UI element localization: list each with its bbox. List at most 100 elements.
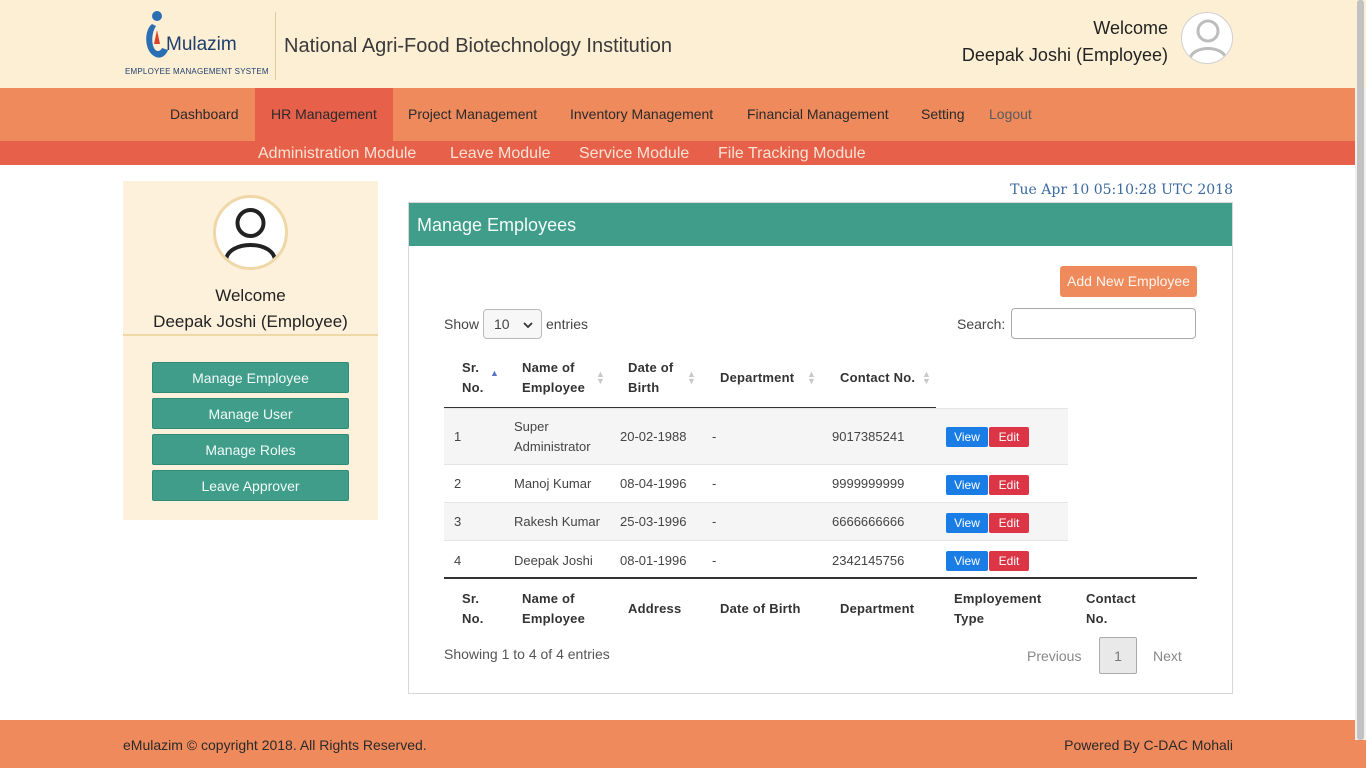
foot-col-name-line1: Name of	[522, 591, 575, 606]
nav-project-management[interactable]: Project Management	[392, 88, 553, 141]
foot-col-type-line1: Employement	[954, 591, 1042, 606]
sidebar-divider	[123, 334, 378, 336]
foot-col-sr-no-line2: No.	[462, 611, 484, 626]
table-footer-rule	[444, 577, 1197, 579]
powered-by-text: Powered By C-DAC Mohali	[1064, 737, 1233, 753]
cell-dob: 08-04-1996	[620, 476, 687, 491]
view-button[interactable]: View	[946, 551, 988, 571]
nav-setting[interactable]: Setting	[905, 88, 981, 141]
header-divider	[275, 12, 276, 80]
sort-both-icon: ▲ ▼	[596, 369, 605, 386]
leave-approver-button[interactable]: Leave Approver	[152, 470, 349, 501]
cell-department: -	[712, 429, 717, 444]
col-department[interactable]: Department	[720, 368, 794, 388]
foot-col-contact: Contact No.	[1086, 589, 1136, 629]
manage-roles-button[interactable]: Manage Roles	[152, 434, 349, 465]
col-sr-no-line1: Sr.	[462, 360, 480, 375]
col-sr-no-line2: No.	[462, 380, 484, 395]
copyright-text: eMulazim © copyright 2018. All Rights Re…	[123, 737, 427, 753]
nav-logout[interactable]: Logout	[973, 88, 1048, 141]
page-footer: eMulazim © copyright 2018. All Rights Re…	[0, 720, 1366, 768]
view-button[interactable]: View	[946, 513, 988, 533]
edit-button[interactable]: Edit	[989, 513, 1029, 533]
cell-dob: 08-01-1996	[620, 553, 687, 568]
logo-word: Mulazim	[166, 34, 237, 55]
foot-col-type-line2: Type	[954, 611, 985, 626]
user-avatar-icon[interactable]	[1181, 12, 1233, 64]
nav-financial-management[interactable]: Financial Management	[731, 88, 905, 141]
manage-employee-button[interactable]: Manage Employee	[152, 362, 349, 393]
cell-name-line1: Super	[514, 419, 549, 434]
subnav-file-tracking-module[interactable]: File Tracking Module	[718, 141, 866, 165]
col-dob-line2: Birth	[628, 380, 660, 395]
foot-col-address: Address	[628, 601, 682, 616]
subnav-service-module[interactable]: Service Module	[579, 141, 689, 165]
foot-col-department: Department	[840, 601, 915, 616]
cell-contact: 6666666666	[832, 514, 905, 529]
entries-select[interactable]: 10	[483, 309, 542, 339]
main-nav: Dashboard HR Management Project Manageme…	[0, 88, 1366, 141]
pagination-next[interactable]: Next	[1153, 648, 1182, 664]
cell-name: Manoj Kumar	[514, 476, 592, 491]
cell-sr: 3	[454, 514, 462, 529]
nav-dashboard[interactable]: Dashboard	[154, 88, 255, 141]
foot-col-dob: Date of Birth	[720, 601, 801, 616]
sub-nav: Administration Module Leave Module Servi…	[0, 141, 1355, 165]
search-input[interactable]	[1011, 308, 1196, 339]
cell-department: -	[712, 514, 717, 529]
col-dob-line1: Date of	[628, 360, 674, 375]
header-welcome-label: Welcome	[1093, 18, 1168, 38]
sort-both-icon: ▲ ▼	[687, 369, 696, 386]
edit-button[interactable]: Edit	[989, 427, 1029, 447]
foot-col-sr-no-line1: Sr.	[462, 591, 480, 606]
col-name-line2: Employee	[522, 380, 586, 395]
table-row: 1 Super Administrator 20-02-1988 - 90173…	[444, 408, 1068, 464]
sidebar-welcome: Welcome Deepak Joshi (Employee)	[123, 283, 378, 335]
cell-contact: 9999999999	[832, 476, 905, 491]
nav-inventory-management[interactable]: Inventory Management	[554, 88, 729, 141]
cell-department: -	[712, 476, 717, 491]
col-contact[interactable]: Contact No.	[840, 368, 915, 388]
foot-col-sr-no: Sr. No.	[462, 589, 484, 629]
pagination-page[interactable]: 1	[1099, 637, 1137, 674]
cell-sr: 4	[454, 553, 462, 568]
sidebar-avatar-icon	[213, 195, 288, 270]
panel-title: Manage Employees	[409, 203, 1232, 246]
cell-contact: 9017385241	[832, 429, 905, 444]
foot-col-contact-line2: No.	[1086, 611, 1108, 626]
pagination-previous[interactable]: Previous	[1027, 648, 1081, 664]
nav-hr-management[interactable]: HR Management	[255, 88, 393, 141]
cell-sr: 2	[454, 476, 462, 491]
scrollbar-thumb[interactable]	[1357, 0, 1364, 740]
sort-asc-icon: ▲	[490, 368, 499, 378]
view-button[interactable]: View	[946, 475, 988, 495]
col-name-line1: Name of	[522, 360, 575, 375]
foot-col-contact-line1: Contact	[1086, 591, 1136, 606]
table-info: Showing 1 to 4 of 4 entries	[444, 646, 610, 662]
cell-dob: 25-03-1996	[620, 514, 687, 529]
cell-department: -	[712, 553, 717, 568]
add-new-employee-button[interactable]: Add New Employee	[1060, 266, 1197, 297]
manage-user-button[interactable]: Manage User	[152, 398, 349, 429]
view-button[interactable]: View	[946, 427, 988, 447]
subnav-administration-module[interactable]: Administration Module	[258, 141, 416, 165]
page-header: Mulazim EMPLOYEE MANAGEMENT SYSTEM Natio…	[0, 0, 1366, 88]
col-sr-no[interactable]: Sr. No.	[462, 358, 484, 398]
col-name[interactable]: Name of Employee	[522, 358, 585, 398]
chevron-down-icon	[523, 316, 533, 344]
sort-both-icon: ▲ ▼	[807, 369, 816, 386]
emulazim-logo[interactable]: Mulazim EMPLOYEE MANAGEMENT SYSTEM	[124, 10, 269, 80]
col-dob[interactable]: Date of Birth	[628, 358, 673, 398]
table-row: 2 Manoj Kumar 08-04-1996 - 9999999999 Vi…	[444, 464, 1068, 502]
foot-col-employment-type: Employement Type	[954, 589, 1041, 629]
show-label: Show	[444, 316, 480, 332]
logo-subtitle: EMPLOYEE MANAGEMENT SYSTEM	[125, 67, 269, 76]
sidebar-welcome-label: Welcome	[215, 286, 286, 305]
edit-button[interactable]: Edit	[989, 475, 1029, 495]
current-datetime: Tue Apr 10 05:10:28 UTC 2018	[1010, 182, 1233, 198]
cell-name: Deepak Joshi	[514, 553, 593, 568]
cell-name: Rakesh Kumar	[514, 514, 600, 529]
edit-button[interactable]: Edit	[989, 551, 1029, 571]
subnav-leave-module[interactable]: Leave Module	[450, 141, 551, 165]
header-user-name: Deepak Joshi (Employee)	[961, 45, 1168, 65]
